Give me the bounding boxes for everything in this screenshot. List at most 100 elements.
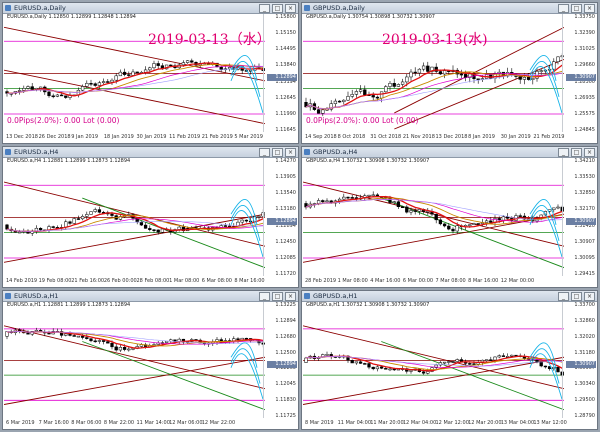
close-button[interactable]: × [584,4,595,13]
position-size-readout: 0.0Pips(2.0%): 0.00 Lot (0.00) [306,116,419,125]
candle-body [321,109,325,114]
maximize-button[interactable]: □ [571,292,582,301]
chart-window-w4[interactable]: GBPUSD.a,H4 _ □ × GBPUSD.a,H4 1.30732 1.3090… [301,146,598,288]
candle-body [219,66,223,70]
candle-body [127,348,131,351]
price-axis-label: 1.33700 [574,302,595,308]
maximize-button[interactable]: □ [571,4,582,13]
trendline[interactable] [4,213,265,263]
price-chart[interactable] [303,158,564,277]
price-axis-label: 1.31025 [574,46,595,53]
maximize-button[interactable]: □ [272,148,283,157]
candle-body [337,100,342,103]
candle-body [434,213,438,221]
terminal-workspace: EURUSD.a,Daily _ □ × EURUSD.a,Daily 1.12850 … [2,2,598,430]
candle-body [244,219,249,222]
window-titlebar[interactable]: GBPUSD.a,Daily _ □ × [302,3,597,14]
price-axis-label: 1.32170 [574,206,595,213]
close-button[interactable]: × [285,292,296,301]
time-axis-label: 12 Mar 06:00 [169,420,203,426]
candle-body [518,76,522,80]
candle-body [400,81,405,85]
trendline[interactable] [4,356,265,405]
candle-body [522,77,527,80]
candle-body [472,223,476,225]
window-titlebar[interactable]: EURUSD.a,Daily _ □ × [3,3,298,14]
price-axis-label: 1.11725 [275,413,296,419]
window-titlebar[interactable]: EURUSD.a,H4 _ □ × [3,147,298,158]
close-button[interactable]: × [584,292,595,301]
current-price-tag: 1.12894 [267,217,297,225]
candle-body [85,214,89,217]
chart-window-w6[interactable]: GBPUSD.a,H1 _ □ × GBPUSD.a,H1 1.30732 1.3090… [301,290,598,430]
chart-window-w3[interactable]: EURUSD.a,H4 _ □ × EURUSD.a,H4 1.12881 1.1289… [2,146,299,288]
candle-body [371,366,375,370]
minimize-button[interactable]: _ [259,148,270,157]
window-controls: _ □ × [259,148,296,157]
candle-body [468,224,472,226]
price-axis-label: 1.34210 [574,158,595,164]
candle-body [97,82,102,86]
price-axis-label: 1.12680 [275,333,296,340]
candle-body [367,363,371,368]
minimize-button[interactable]: _ [259,4,270,13]
candle-body [17,231,22,234]
chart-window-w5[interactable]: EURUSD.a,H1 _ □ × EURUSD.a,H1 1.12881 1.1289… [2,290,299,430]
trendline[interactable] [4,325,265,390]
price-chart[interactable] [4,158,265,277]
trendline[interactable] [4,181,265,247]
window-titlebar[interactable]: EURUSD.a,H1 _ □ × [3,291,298,302]
minimize-button[interactable]: _ [558,4,569,13]
chart-window-w2[interactable]: GBPUSD.a,Daily _ □ × GBPUSD.a,Daily 1.30754 … [301,2,598,144]
price-chart[interactable] [303,302,564,419]
candle-body [26,86,30,89]
candle-body [405,76,409,83]
maximize-button[interactable]: □ [272,292,283,301]
window-title: EURUSD.a,Daily [14,4,66,12]
candle-body [101,340,106,342]
ohlc-readout: EURUSD.a,H4 1.12881 1.12899 1.12873 1.12… [7,158,131,164]
price-chart[interactable] [4,302,265,419]
candle-body [80,216,85,220]
candle-body [350,94,354,97]
window-titlebar[interactable]: GBPUSD.a,H4 _ □ × [302,147,597,158]
price-axis-label: 1.30340 [574,381,595,388]
minimize-button[interactable]: _ [259,292,270,301]
window-title: EURUSD.a,H1 [14,292,59,300]
minimize-button[interactable]: _ [558,292,569,301]
date-annotation: 2019-03-13(水) [382,32,488,48]
candle-body [342,196,346,200]
window-titlebar[interactable]: GBPUSD.a,H1 _ □ × [302,291,597,302]
window-title: GBPUSD.a,Daily [313,4,365,12]
candle-body [89,211,93,215]
candle-body [131,348,135,350]
price-axis-label: 1.31180 [574,349,595,356]
maximize-button[interactable]: □ [571,148,582,157]
price-axis-label: 1.14270 [275,158,296,164]
candle-body [169,64,173,67]
time-axis-label: 13 Mar 04:00 [500,420,535,426]
maximize-button[interactable]: □ [272,4,283,13]
window-controls: _ □ × [259,292,296,301]
window-title: EURUSD.a,H4 [14,148,59,156]
trendline[interactable] [303,213,564,263]
candle-body [304,357,308,363]
candle-body [185,60,190,63]
time-axis-label: 1 Mar 08:00 [337,278,368,284]
price-axis-label: 1.29415 [574,271,595,277]
candle-body [442,361,447,364]
price-axis-label: 1.13225 [275,302,296,308]
candle-body [160,228,165,233]
close-button[interactable]: × [285,148,296,157]
current-price-tag: 1.30907 [566,217,596,225]
candle-body [240,219,244,223]
chart-window-w1[interactable]: EURUSD.a,Daily _ □ × EURUSD.a,Daily 1.12850 … [2,2,299,144]
candle-body [375,96,380,99]
price-axis-label: 1.11990 [275,110,296,117]
close-button[interactable]: × [584,148,595,157]
candle-body [118,71,123,77]
close-button[interactable]: × [285,4,296,13]
window-controls: _ □ × [558,4,595,13]
minimize-button[interactable]: _ [558,148,569,157]
chart-window-icon [5,5,11,11]
